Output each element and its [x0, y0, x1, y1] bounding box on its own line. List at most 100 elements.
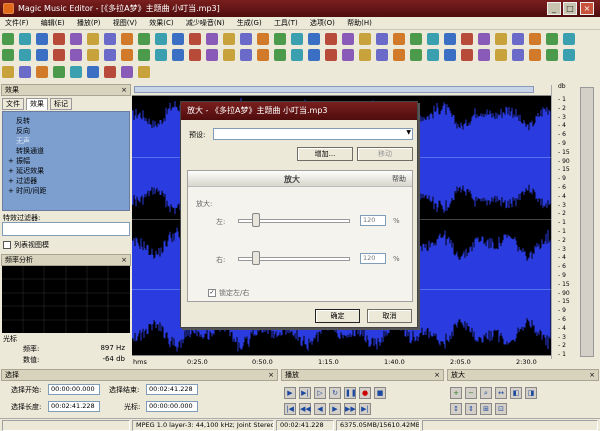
effect-tool-icon[interactable]: [291, 49, 303, 61]
vertical-scroll-track[interactable]: [580, 87, 594, 357]
tab-file[interactable]: 文件: [2, 98, 24, 110]
zoom-vertical-in-icon[interactable]: ↕: [450, 403, 462, 415]
loop-icon[interactable]: ↻: [329, 387, 341, 399]
zoom-right-icon[interactable]: ◨: [525, 387, 537, 399]
tree-item-convert-channel[interactable]: 转换通道: [3, 146, 129, 156]
effect-tool-icon[interactable]: [121, 49, 133, 61]
menu-effects[interactable]: 效果(C): [144, 17, 178, 30]
file-tool-icon[interactable]: [189, 33, 201, 45]
zoom-in-icon[interactable]: +: [450, 387, 462, 399]
left-slider-thumb[interactable]: [252, 213, 260, 227]
zoom-selection-icon[interactable]: ⌕: [480, 387, 492, 399]
fast-forward-icon[interactable]: ▶▶: [344, 403, 356, 415]
effect-tool-icon[interactable]: [427, 49, 439, 61]
effect-tool-icon[interactable]: [36, 49, 48, 61]
file-tool-icon[interactable]: [563, 33, 575, 45]
right-value-input[interactable]: 120: [360, 253, 386, 264]
vertical-zoom-bar[interactable]: [575, 85, 599, 363]
remove-preset-button[interactable]: 移动: [357, 147, 413, 161]
file-tool-icon[interactable]: [495, 33, 507, 45]
tree-item-time[interactable]: + 时间/间距: [3, 186, 129, 196]
file-tool-icon[interactable]: [427, 33, 439, 45]
file-tool-icon[interactable]: [2, 33, 14, 45]
menu-noise[interactable]: 减少噪音(N): [181, 17, 230, 30]
effect-tool-icon[interactable]: [104, 49, 116, 61]
ok-button[interactable]: 确定: [315, 309, 360, 323]
effect-tool-icon[interactable]: [240, 49, 252, 61]
tab-effects[interactable]: 效果: [26, 98, 48, 110]
effect-tool-icon[interactable]: [308, 49, 320, 61]
file-tool-icon[interactable]: [359, 33, 371, 45]
close-icon[interactable]: ×: [121, 255, 127, 266]
tree-item-invert[interactable]: 反转: [3, 116, 129, 126]
cursor-input[interactable]: 00:00:00.000: [146, 401, 198, 412]
selection-start-input[interactable]: 00:00:00.000: [48, 384, 100, 395]
menu-help[interactable]: 帮助(H): [342, 17, 377, 30]
pause-icon[interactable]: ❚❚: [344, 387, 357, 399]
file-tool-icon[interactable]: [478, 33, 490, 45]
zoom-full-icon[interactable]: ↔: [495, 387, 507, 399]
zoom-out-icon[interactable]: −: [465, 387, 477, 399]
maximize-icon[interactable]: □: [563, 2, 577, 15]
effect-tool-icon[interactable]: [529, 49, 541, 61]
play-icon[interactable]: ▶: [284, 387, 296, 399]
file-tool-icon[interactable]: [206, 33, 218, 45]
rewind-icon[interactable]: ◀◀: [299, 403, 311, 415]
file-tool-icon[interactable]: [223, 33, 235, 45]
file-tool-icon[interactable]: [172, 33, 184, 45]
prev-icon[interactable]: ◀: [314, 403, 326, 415]
file-tool-icon[interactable]: [393, 33, 405, 45]
file-tool-icon[interactable]: [529, 33, 541, 45]
tree-item-silence[interactable]: 无声: [3, 136, 129, 146]
selection-end-input[interactable]: 00:02:41.228: [146, 384, 198, 395]
file-tool-icon[interactable]: [257, 33, 269, 45]
effect-tool-icon[interactable]: [325, 49, 337, 61]
file-tool-icon[interactable]: [308, 33, 320, 45]
tree-item-delay[interactable]: + 延迟效果: [3, 166, 129, 176]
effect-tool-icon[interactable]: [172, 49, 184, 61]
filter-input[interactable]: [2, 222, 130, 236]
close-icon[interactable]: ×: [268, 370, 274, 381]
effect-tool-icon[interactable]: [393, 49, 405, 61]
edit-tool-icon[interactable]: [121, 66, 133, 78]
menu-generate[interactable]: 生成(G): [232, 17, 267, 30]
file-tool-icon[interactable]: [19, 33, 31, 45]
lock-checkbox[interactable]: ✓: [208, 289, 216, 297]
effect-tool-icon[interactable]: [189, 49, 201, 61]
file-tool-icon[interactable]: [240, 33, 252, 45]
effect-tool-icon[interactable]: [155, 49, 167, 61]
zoom-vertical-full-icon[interactable]: ⊞: [480, 403, 492, 415]
effect-tool-icon[interactable]: [2, 49, 14, 61]
effect-tool-icon[interactable]: [495, 49, 507, 61]
right-slider-thumb[interactable]: [252, 251, 260, 265]
edit-tool-icon[interactable]: [19, 66, 31, 78]
close-icon[interactable]: ×: [589, 370, 595, 381]
effect-tool-icon[interactable]: [563, 49, 575, 61]
effect-tool-icon[interactable]: [512, 49, 524, 61]
tree-item-reverse[interactable]: 反向: [3, 126, 129, 136]
effect-tool-icon[interactable]: [87, 49, 99, 61]
close-icon[interactable]: ×: [121, 85, 127, 96]
cancel-button[interactable]: 取消: [367, 309, 412, 323]
edit-tool-icon[interactable]: [104, 66, 116, 78]
effect-tool-icon[interactable]: [138, 49, 150, 61]
effect-tool-icon[interactable]: [478, 49, 490, 61]
file-tool-icon[interactable]: [36, 33, 48, 45]
menu-file[interactable]: 文件(F): [0, 17, 34, 30]
zoom-reset-icon[interactable]: ⊡: [495, 403, 507, 415]
effect-tool-icon[interactable]: [461, 49, 473, 61]
zoom-vertical-out-icon[interactable]: ⇕: [465, 403, 477, 415]
file-tool-icon[interactable]: [512, 33, 524, 45]
effect-tool-icon[interactable]: [206, 49, 218, 61]
file-tool-icon[interactable]: [121, 33, 133, 45]
file-tool-icon[interactable]: [138, 33, 150, 45]
list-view-checkbox[interactable]: [3, 241, 11, 249]
menu-tools[interactable]: 工具(T): [269, 17, 303, 30]
file-tool-icon[interactable]: [461, 33, 473, 45]
edit-tool-icon[interactable]: [87, 66, 99, 78]
menu-options[interactable]: 选项(O): [305, 17, 340, 30]
zoom-left-icon[interactable]: ◧: [510, 387, 522, 399]
file-tool-icon[interactable]: [325, 33, 337, 45]
go-start-icon[interactable]: |◀: [284, 403, 296, 415]
file-tool-icon[interactable]: [274, 33, 286, 45]
